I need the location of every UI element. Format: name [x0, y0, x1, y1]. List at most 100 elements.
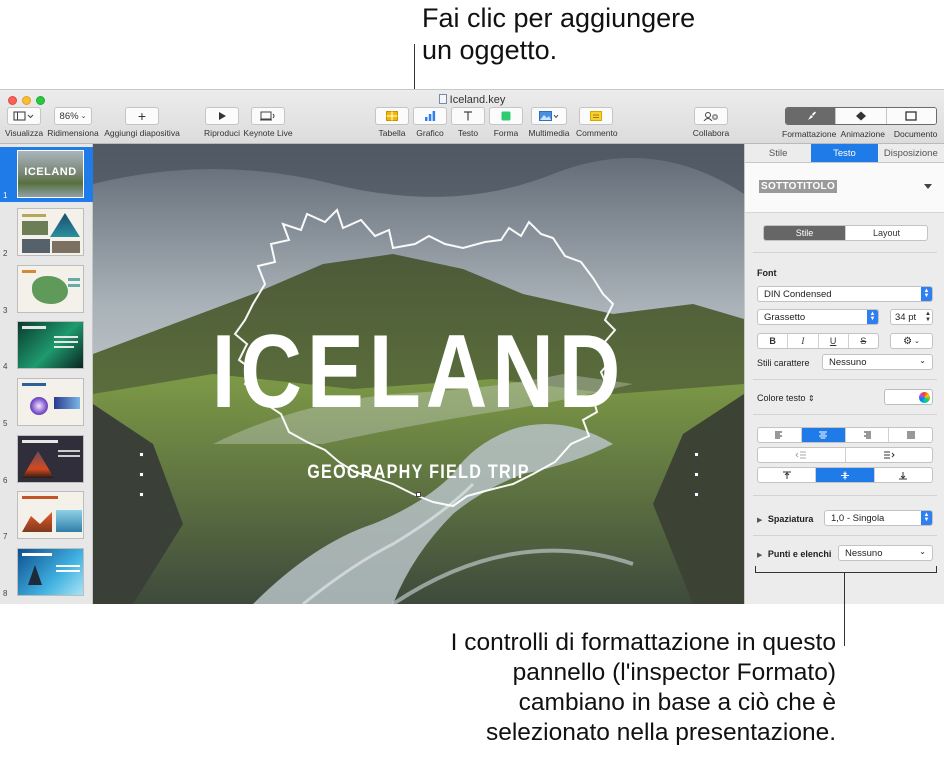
selection-handle[interactable]: [694, 452, 699, 457]
decrease-indent-button[interactable]: [758, 448, 845, 462]
format-button[interactable]: [786, 108, 836, 124]
selection-handle[interactable]: [416, 492, 421, 497]
callout-line: un oggetto.: [422, 35, 558, 65]
underline-button[interactable]: U: [817, 334, 848, 348]
chevron-down-icon: ⌄: [914, 338, 920, 345]
callout-bracket-bottom-left: [755, 566, 756, 573]
callout-format-inspector: I controlli di formattazione in questo p…: [451, 628, 836, 748]
bullets-toggle[interactable]: ▶ Punti e elenchi: [757, 549, 831, 559]
justify-icon: [906, 431, 915, 439]
bullets-value: Nessuno: [845, 547, 883, 559]
diamond-icon: [855, 111, 866, 121]
font-size-field[interactable]: 34 pt ▲ ▼: [890, 309, 933, 325]
slide-thumbnail[interactable]: 6: [0, 432, 93, 487]
subtab-style[interactable]: Stile: [764, 226, 845, 240]
tab-style[interactable]: Stile: [745, 144, 811, 162]
selection-handle[interactable]: [139, 452, 144, 457]
slide-title[interactable]: ICELAND: [152, 320, 686, 424]
spacing-label: Spaziatura: [767, 514, 814, 524]
add-slide-button[interactable]: + Aggiungi diapositiva: [102, 107, 182, 138]
paragraph-style-name: SOTTOTITOLO: [759, 180, 838, 193]
callout-line: selezionato nella presentazione.: [485, 719, 836, 746]
updown-icon: ⇕: [808, 394, 815, 403]
media-button[interactable]: Multimedia: [526, 107, 572, 138]
font-family-select[interactable]: DIN Condensed ▲ ▼: [757, 286, 933, 302]
slide-thumbnail-image: [17, 378, 84, 426]
slide-thumbnail[interactable]: 3: [0, 262, 93, 317]
outdent-icon: [795, 451, 807, 459]
slide-subtitle[interactable]: GEOGRAPHY FIELD TRIP: [142, 462, 695, 484]
character-styles-select[interactable]: Nessuno ⌄: [822, 354, 933, 370]
text-icon: [451, 107, 485, 125]
stepper-icon[interactable]: ▲ ▼: [925, 311, 931, 323]
align-top-button[interactable]: [758, 468, 815, 482]
spacing-select[interactable]: 1,0 - Singola ▲ ▼: [824, 510, 933, 526]
slide-thumbnail[interactable]: 4: [0, 318, 93, 373]
animate-label: Animazione: [840, 129, 885, 139]
paragraph-style-picker[interactable]: SOTTOTITOLO: [745, 163, 944, 213]
tab-arrange[interactable]: Disposizione: [878, 144, 944, 162]
bullets-select[interactable]: Nessuno ⌄: [838, 545, 933, 561]
selection-handle[interactable]: [139, 472, 144, 477]
text-button[interactable]: Testo: [450, 107, 486, 138]
increase-indent-button[interactable]: [844, 448, 933, 462]
slide-thumbnail-image: [17, 548, 84, 596]
bold-button[interactable]: B: [758, 334, 787, 348]
callout-add-object: Fai clic per aggiungere un oggetto.: [422, 2, 695, 66]
slide-thumbnail[interactable]: 2: [0, 205, 93, 260]
slide-thumbnail[interactable]: 5: [0, 375, 93, 430]
slide-thumbnail[interactable]: ICELAND 1: [0, 147, 93, 202]
chevron-down-icon: ⌄: [919, 356, 926, 365]
align-middle-button[interactable]: [815, 468, 874, 482]
slide-thumbnail-image: ICELAND: [17, 150, 84, 198]
advanced-options-button[interactable]: ⚙ ⌄: [890, 333, 933, 349]
inspector-tabs: Stile Testo Disposizione: [745, 144, 944, 163]
style-layout-switch: Stile Layout: [763, 225, 928, 241]
document-button[interactable]: [885, 108, 936, 124]
align-left-button[interactable]: [758, 428, 801, 442]
slide-thumbnail[interactable]: 7: [0, 488, 93, 543]
align-right-icon: [863, 431, 871, 439]
slide-thumbnail-image: [17, 491, 84, 539]
callout-leader-bottom: [844, 572, 845, 646]
comment-button[interactable]: Commento: [576, 107, 618, 138]
spacing-toggle[interactable]: ▶ Spaziatura: [757, 514, 813, 524]
slide-number: 4: [3, 362, 8, 371]
keynote-live-button[interactable]: Keynote Live: [243, 107, 293, 138]
table-button[interactable]: Tabella: [374, 107, 410, 138]
shape-button[interactable]: Forma: [488, 107, 524, 138]
table-label: Tabella: [378, 128, 406, 138]
callout-line: pannello (l'inspector Formato): [512, 659, 836, 686]
animate-button[interactable]: [835, 108, 886, 124]
play-button[interactable]: Riproduci: [202, 107, 242, 138]
chevron-down-icon: ⌄: [919, 547, 926, 556]
selection-handle[interactable]: [694, 492, 699, 497]
selection-handle[interactable]: [139, 492, 144, 497]
align-right-button[interactable]: [844, 428, 889, 442]
slide-canvas[interactable]: ICELAND GEOGRAPHY FIELD TRIP: [93, 144, 744, 604]
collaborate-button[interactable]: Collabora: [690, 107, 732, 138]
color-wheel-icon[interactable]: [919, 392, 930, 403]
chart-button[interactable]: Grafico: [412, 107, 448, 138]
align-bottom-button[interactable]: [873, 468, 932, 482]
align-center-button[interactable]: [800, 428, 845, 442]
font-weight-select[interactable]: Grassetto ▲ ▼: [757, 309, 879, 325]
italic-button[interactable]: I: [787, 334, 817, 348]
table-icon: [375, 107, 409, 125]
justify-button[interactable]: [888, 428, 932, 442]
play-label: Riproduci: [204, 128, 240, 138]
slide-thumbnail[interactable]: 8: [0, 545, 93, 600]
zoom-button[interactable]: 86% ⌄ Ridimensiona: [47, 107, 99, 138]
zoom-label: Ridimensiona: [47, 128, 99, 138]
callout-line: cambiano in base a ciò che è: [518, 689, 836, 716]
text-color-label-text: Colore testo: [757, 393, 806, 403]
selection-handle[interactable]: [694, 472, 699, 477]
view-button[interactable]: Visualizza: [4, 107, 44, 138]
strikethrough-button[interactable]: S: [847, 334, 878, 348]
text-color-well[interactable]: [884, 389, 933, 405]
character-styles-label: Stili carattere: [757, 358, 810, 368]
chart-label: Grafico: [416, 128, 444, 138]
tab-text[interactable]: Testo: [811, 144, 878, 162]
subtab-layout[interactable]: Layout: [845, 226, 927, 240]
view-label: Visualizza: [4, 128, 44, 138]
